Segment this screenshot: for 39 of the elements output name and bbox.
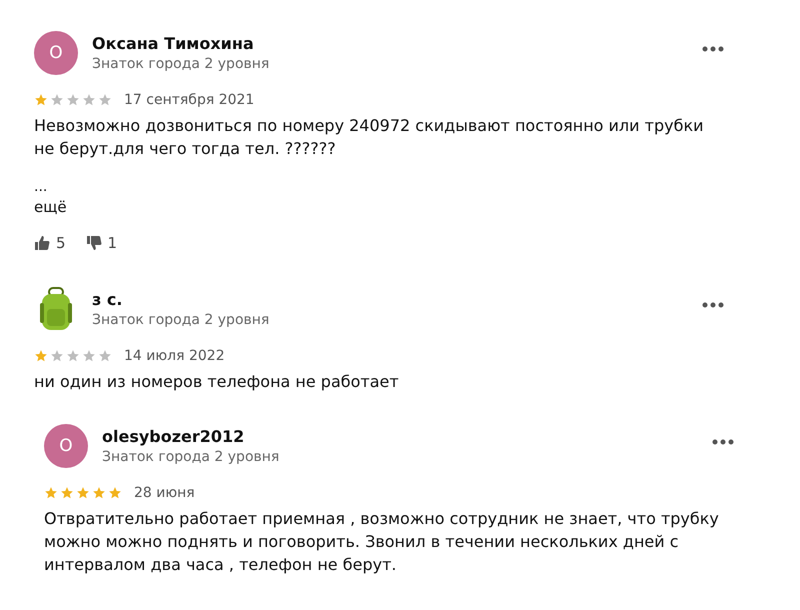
- thumbs-down-icon[interactable]: [86, 235, 102, 251]
- star-icon: [92, 486, 106, 500]
- star-icon: [82, 93, 96, 107]
- author-level: Знаток города 2 уровня: [92, 56, 270, 72]
- star-icon: [50, 349, 64, 363]
- like-count: 5: [56, 234, 66, 252]
- user-avatar[interactable]: O: [44, 424, 88, 468]
- more-options-icon[interactable]: [702, 302, 724, 308]
- dislike-count: 1: [108, 234, 118, 252]
- star-icon: [60, 486, 74, 500]
- star-icon: [34, 349, 48, 363]
- star-icon: [76, 486, 90, 500]
- star-icon: [98, 93, 112, 107]
- star-icon: [82, 349, 96, 363]
- review-date: 28 июня: [134, 485, 195, 501]
- review-text: Отвратительно работает приемная , возможно сотрудник не знает, что трубку можно можно поднять и поговорить. Звонил в течении нескольких дней с интервалом два часа , телефон не берут.: [44, 508, 720, 576]
- backpack-icon[interactable]: [40, 287, 72, 331]
- review-date: 14 июля 2022: [124, 348, 225, 364]
- truncation-ellipsis: ...: [34, 180, 48, 194]
- user-avatar[interactable]: O: [34, 31, 78, 75]
- star-icon: [66, 93, 80, 107]
- star-icon: [66, 349, 80, 363]
- review-date: 17 сентября 2021: [124, 92, 254, 108]
- author-name[interactable]: Оксана Тимохина: [92, 34, 270, 53]
- star-icon: [34, 93, 48, 107]
- star-icon: [44, 486, 58, 500]
- read-more-link[interactable]: ещё: [34, 198, 710, 216]
- star-icon: [50, 93, 64, 107]
- more-options-icon[interactable]: [712, 439, 734, 445]
- author-level: Знаток города 2 уровня: [92, 312, 270, 328]
- review-text: Невозможно дозвониться по номеру 240972 скидывают постоянно или трубки не берут.для чего тогда тел. ??????: [34, 115, 705, 160]
- review-text: ни один из номеров телефона не работает: [34, 371, 400, 393]
- thumbs-up-icon[interactable]: [34, 235, 50, 251]
- more-options-icon[interactable]: [702, 46, 724, 52]
- star-icon: [108, 486, 122, 500]
- author-level: Знаток города 2 уровня: [102, 449, 280, 465]
- author-name[interactable]: з с.: [92, 290, 270, 309]
- author-name[interactable]: olesybozer2012: [102, 427, 280, 446]
- star-icon: [98, 349, 112, 363]
